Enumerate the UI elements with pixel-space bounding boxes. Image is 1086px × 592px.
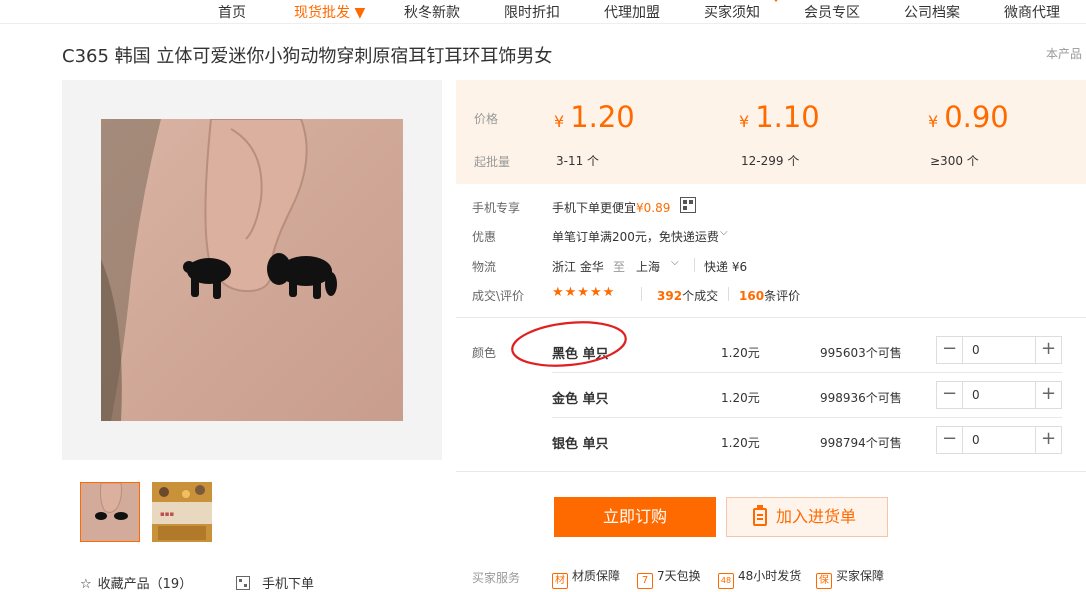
price-label: 价格: [474, 112, 499, 126]
deals-count[interactable]: 392个成交: [657, 287, 718, 304]
rating-stars: ★★★★★: [552, 285, 616, 300]
logistics-label: 物流: [472, 260, 497, 274]
material-guarantee-icon: 材: [552, 573, 568, 589]
right-note: 本产品: [1046, 47, 1083, 61]
chevron-down-icon[interactable]: ⌵: [671, 257, 679, 268]
service-exchange[interactable]: 7 7天包换: [637, 567, 701, 589]
price-tier-1: ¥1.20: [554, 100, 635, 134]
nav-item-agent[interactable]: 微商代理: [1004, 2, 1060, 22]
sku-color-label: 颜色: [472, 346, 497, 360]
ship-from: 浙江 金华: [552, 260, 604, 274]
quantity-stepper: − +: [936, 336, 1062, 364]
seven-day-exchange-icon: 7: [637, 573, 653, 589]
thumbnail-1[interactable]: [80, 482, 140, 542]
minus-button[interactable]: −: [937, 427, 963, 453]
qr-code-icon: [236, 576, 250, 590]
promo-label: 优惠: [472, 230, 497, 244]
moq-label: 起批量: [474, 155, 511, 169]
services-label: 买家服务: [472, 571, 521, 585]
nav-item-company[interactable]: 公司档案: [904, 2, 960, 22]
tier-range-3: ≥300 个: [930, 154, 979, 168]
nav-item-discount[interactable]: 限时折扣: [504, 2, 560, 22]
divider: [728, 287, 729, 301]
main-image-frame: [62, 80, 442, 460]
nav-item-franchise[interactable]: 代理加盟: [604, 2, 660, 22]
quantity-input[interactable]: [964, 337, 1034, 363]
sku-name: 银色 单只: [552, 437, 609, 452]
service-material[interactable]: 材材质保障: [552, 567, 620, 589]
48h-shipping-icon: 48: [718, 573, 734, 589]
nav-hot-marker-icon: [772, 0, 780, 2]
qr-code-icon[interactable]: [680, 197, 696, 213]
thumbnail-2[interactable]: ▪▪▪: [152, 482, 212, 542]
sku-stock: 998794个可售: [820, 436, 902, 450]
divider: [694, 258, 695, 272]
sku-price: 1.20元: [721, 346, 760, 360]
sku-price: 1.20元: [721, 436, 760, 450]
sku-stock: 995603个可售: [820, 346, 902, 360]
minus-button[interactable]: −: [937, 337, 963, 363]
product-title: C365 韩国 立体可爱迷你小狗动物穿刺原宿耳钉耳环耳饰男女: [62, 46, 553, 67]
price-tier-2: ¥1.10: [739, 100, 820, 134]
ship-to-word: 至: [613, 260, 626, 274]
star-outline-icon: ☆: [80, 577, 92, 592]
nav-item-buyer-notice[interactable]: 买家须知: [704, 2, 760, 22]
annotation-circle: [511, 321, 627, 367]
quantity-stepper: − +: [936, 381, 1062, 409]
favorite-link[interactable]: ☆ 收藏产品（19）: [80, 573, 192, 592]
divider: [641, 287, 642, 301]
add-to-cart-button[interactable]: 加入进货单: [726, 497, 888, 537]
tier-range-1: 3-11 个: [556, 154, 600, 168]
reviews-count[interactable]: 160条评价: [739, 287, 800, 304]
divider: [552, 417, 1062, 418]
price-tier-3: ¥0.90: [928, 100, 1009, 134]
ship-to-select[interactable]: 上海: [636, 258, 660, 275]
nav-item-new-arrivals[interactable]: 秋冬新款: [404, 2, 460, 22]
nav-item-wholesale[interactable]: 现货批发 ▼: [294, 2, 365, 22]
service-shipping[interactable]: 48 48小时发货: [718, 567, 801, 589]
mobile-order-link[interactable]: 手机下单: [236, 573, 314, 592]
shield-icon: 保: [816, 573, 832, 589]
svg-text:▪▪▪: ▪▪▪: [160, 510, 174, 518]
price-panel: 价格 起批量 ¥1.20 3-11 个 ¥1.10 12-299 个 ¥0.90…: [456, 80, 1086, 184]
divider: [552, 372, 1062, 373]
trade-label: 成交\评价: [472, 289, 525, 303]
promo-text: 单笔订单满200元，免快递运费: [552, 230, 719, 244]
chevron-down-icon[interactable]: ⌵: [720, 227, 728, 238]
nav-item-members[interactable]: 会员专区: [804, 2, 860, 22]
mobile-label: 手机专享: [472, 201, 521, 215]
express-fee: 快递 ¥6: [704, 260, 748, 274]
clipboard-icon: [753, 505, 767, 526]
plus-button[interactable]: +: [1035, 382, 1061, 408]
quantity-input[interactable]: [964, 382, 1034, 408]
tier-range-2: 12-299 个: [741, 154, 800, 168]
divider: [456, 471, 1086, 472]
top-nav: 首页 现货批发 ▼ 秋冬新款 限时折扣 代理加盟 买家须知 会员专区 公司档案 …: [0, 0, 1086, 24]
plus-button[interactable]: +: [1035, 427, 1061, 453]
minus-button[interactable]: −: [937, 382, 963, 408]
quantity-input[interactable]: [964, 427, 1034, 453]
plus-button[interactable]: +: [1035, 337, 1061, 363]
sku-price: 1.20元: [721, 391, 760, 405]
product-main-image[interactable]: [101, 119, 403, 421]
nav-item-home[interactable]: 首页: [218, 2, 246, 22]
sku-stock: 998936个可售: [820, 391, 902, 405]
mobile-text: 手机下单更便宜¥0.89: [552, 201, 671, 215]
service-buyer-protection[interactable]: 保买家保障: [816, 567, 884, 589]
mobile-price: ¥0.89: [636, 201, 671, 215]
order-now-button[interactable]: 立即订购: [554, 497, 716, 537]
sku-name: 金色 单只: [552, 392, 609, 407]
quantity-stepper: − +: [936, 426, 1062, 454]
